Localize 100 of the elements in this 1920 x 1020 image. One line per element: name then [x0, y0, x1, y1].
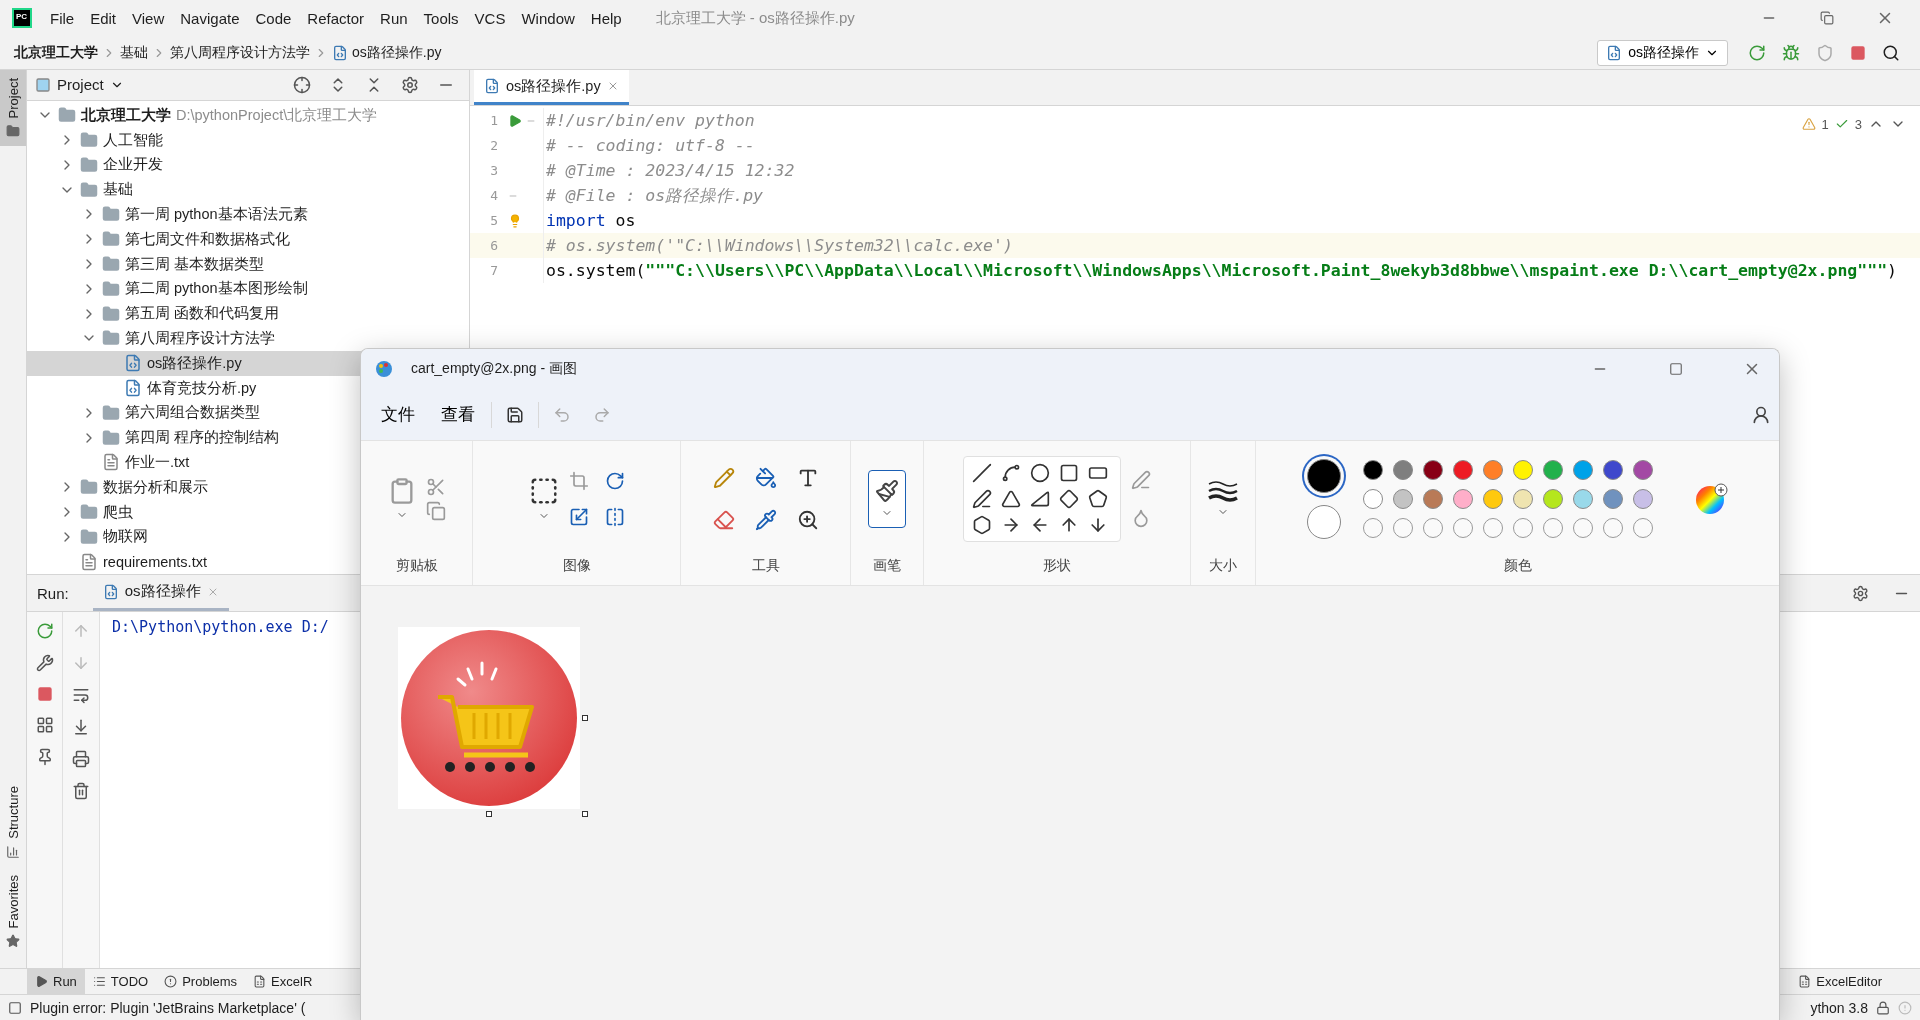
empty-color-slot[interactable] — [1543, 518, 1563, 538]
tool-window-tab[interactable]: ExcelEditor — [1790, 969, 1890, 994]
copy-icon[interactable] — [425, 501, 446, 521]
triangle-icon[interactable] — [1001, 489, 1021, 509]
locate-icon[interactable] — [293, 75, 311, 94]
menu-item[interactable]: VCS — [466, 9, 514, 27]
color-swatch[interactable] — [1513, 489, 1533, 509]
side-tab[interactable]: Project — [0, 70, 26, 147]
menu-item[interactable]: Run — [372, 9, 416, 27]
restore-icon[interactable] — [1820, 11, 1834, 25]
hexagon-icon[interactable] — [972, 515, 992, 535]
color-swatch[interactable] — [1513, 460, 1533, 480]
selection-handle[interactable] — [582, 715, 588, 721]
tree-item[interactable]: 爬虫 — [27, 499, 469, 525]
pentagon-icon[interactable] — [1088, 489, 1108, 509]
rotate-icon[interactable] — [604, 471, 625, 491]
color-swatch[interactable] — [1363, 489, 1383, 509]
run-configuration-dropdown[interactable]: os路径操作 — [1597, 39, 1728, 66]
tree-item[interactable]: 数据分析和展示 — [27, 474, 469, 500]
outline-icon[interactable] — [1131, 470, 1151, 490]
rerun-icon[interactable] — [1748, 43, 1766, 62]
empty-color-slot[interactable] — [1393, 518, 1413, 538]
color-swatch[interactable] — [1483, 489, 1503, 509]
settings-icon[interactable] — [401, 75, 419, 94]
tree-item[interactable]: 第三周 基本数据类型 — [27, 251, 469, 277]
menu-item[interactable]: Navigate — [172, 9, 248, 27]
rectangle-icon[interactable] — [1059, 463, 1079, 483]
eraser-icon[interactable] — [712, 509, 735, 531]
diamond-icon[interactable] — [1059, 489, 1079, 509]
run-icon[interactable] — [508, 113, 522, 128]
color-swatch[interactable] — [1483, 460, 1503, 480]
brush-button[interactable] — [868, 470, 906, 528]
empty-color-slot[interactable] — [1513, 518, 1533, 538]
color-swatch[interactable] — [1633, 460, 1653, 480]
stop-icon[interactable] — [36, 686, 53, 702]
color-swatch[interactable] — [1453, 460, 1473, 480]
layout-icon[interactable] — [35, 716, 54, 734]
fill-bucket-icon[interactable] — [754, 467, 777, 489]
tool-window-tab[interactable]: ExcelR — [245, 969, 321, 994]
color-swatch[interactable] — [1393, 489, 1413, 509]
debug-icon[interactable] — [1782, 43, 1800, 62]
color-wheel-icon[interactable] — [1695, 482, 1729, 516]
breadcrumb-item[interactable]: 基础 — [120, 43, 148, 62]
wrench-icon[interactable] — [35, 654, 54, 672]
tree-item[interactable]: 人工智能 — [27, 127, 469, 153]
color-swatch[interactable] — [1393, 460, 1413, 480]
color-swatch[interactable] — [1453, 489, 1473, 509]
empty-color-slot[interactable] — [1363, 518, 1383, 538]
color-swatch[interactable] — [1603, 460, 1623, 480]
crop-icon[interactable] — [568, 471, 589, 491]
selection-handle[interactable] — [486, 811, 492, 817]
menu-item[interactable]: Window — [513, 9, 583, 27]
check-icon[interactable] — [1834, 117, 1849, 131]
tree-item[interactable]: 第七周文件和数据格式化 — [27, 226, 469, 252]
color-swatch[interactable] — [1423, 489, 1443, 509]
empty-color-slot[interactable] — [1453, 518, 1473, 538]
color-swatch[interactable] — [1633, 489, 1653, 509]
cut-icon[interactable] — [425, 477, 446, 497]
stop-icon[interactable] — [1850, 44, 1866, 61]
resize-icon[interactable] — [568, 507, 589, 527]
menu-item[interactable]: Tools — [415, 9, 467, 27]
maximize-icon[interactable] — [1669, 362, 1683, 376]
color-swatch[interactable] — [1543, 460, 1563, 480]
color-swatch[interactable] — [1543, 489, 1563, 509]
right-triangle-icon[interactable] — [1030, 489, 1050, 509]
tool-window-tab[interactable]: Problems — [156, 969, 246, 994]
flip-icon[interactable] — [604, 507, 625, 527]
tree-item[interactable]: 作业一.txt — [27, 450, 469, 475]
empty-color-slot[interactable] — [1483, 518, 1503, 538]
search-icon[interactable] — [1882, 43, 1900, 62]
breadcrumb-item[interactable]: os路径操作.py — [352, 43, 442, 62]
line-icon[interactable] — [972, 463, 992, 483]
account-icon[interactable] — [1751, 404, 1771, 425]
tree-item[interactable]: 第二周 python基本图形绘制 — [27, 276, 469, 302]
tool-window-tab[interactable]: Run — [27, 969, 85, 994]
settings-icon[interactable] — [1852, 584, 1869, 602]
layout-toggle-icon[interactable] — [8, 1000, 22, 1015]
menu-item[interactable]: Help — [582, 9, 630, 27]
tree-item[interactable]: 基础 — [27, 177, 469, 203]
menu-item[interactable]: Refactor — [299, 9, 373, 27]
menu-item[interactable]: File — [42, 9, 83, 27]
soft-wrap-icon[interactable] — [72, 686, 90, 704]
curve-icon[interactable] — [1001, 463, 1021, 483]
trash-icon[interactable] — [72, 782, 90, 800]
breadcrumb-item[interactable]: 北京理工大学 — [14, 43, 98, 62]
scroll-to-end-icon[interactable] — [72, 718, 90, 736]
menu-item[interactable]: Edit — [82, 9, 125, 27]
side-tab[interactable]: Favorites — [0, 866, 26, 956]
editor-tab[interactable]: os路径操作.py — [474, 70, 629, 105]
fill-icon[interactable] — [1131, 508, 1151, 528]
empty-color-slot[interactable] — [1573, 518, 1593, 538]
selection-handle[interactable] — [582, 811, 588, 817]
color-swatch[interactable] — [1573, 489, 1593, 509]
active-color[interactable] — [1307, 505, 1341, 539]
tree-item[interactable]: 第五周 函数和代码复用 — [27, 301, 469, 327]
pencil-icon[interactable] — [712, 467, 735, 489]
tool-window-tab[interactable]: TODO — [84, 969, 157, 994]
side-tab[interactable]: Structure — [0, 777, 26, 867]
tree-item[interactable]: 企业开发 — [27, 152, 469, 178]
tree-item[interactable]: 北京理工大学 D:\pythonProject\北京理工大学 — [27, 102, 469, 128]
